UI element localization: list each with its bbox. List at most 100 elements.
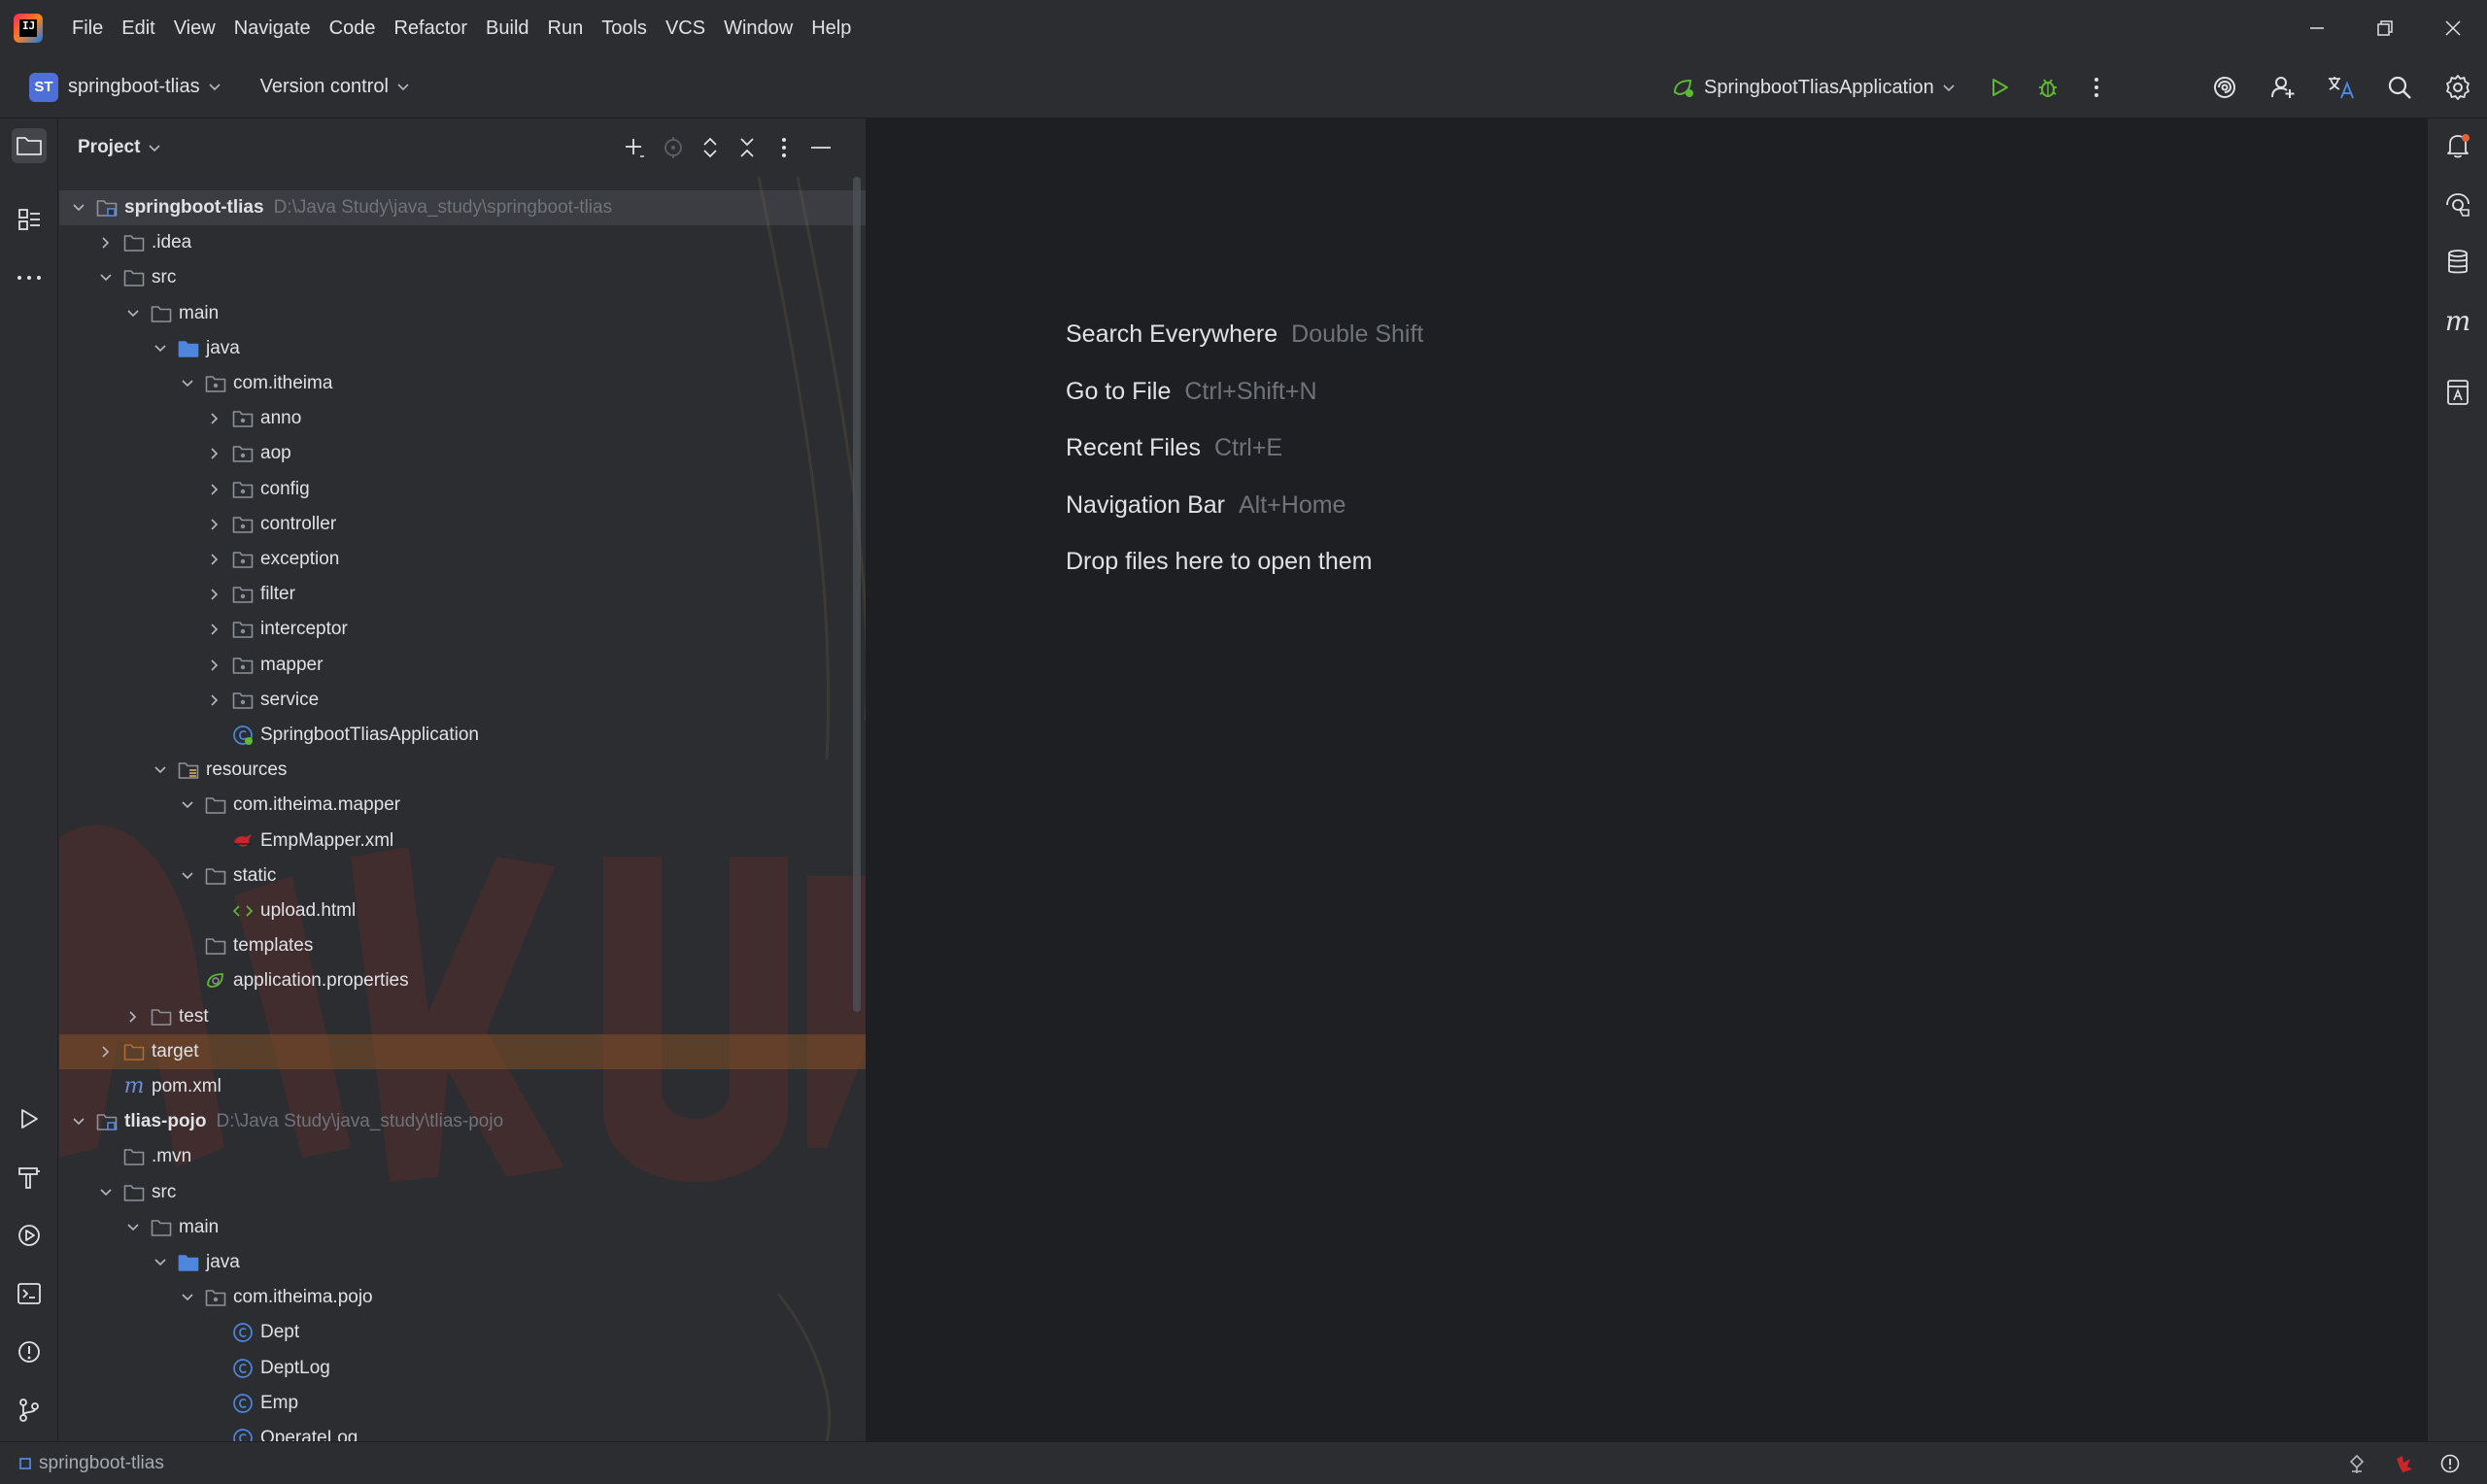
tree-node[interactable]: java [59,331,866,366]
chevron-down-icon[interactable] [396,78,410,96]
chevron-down-icon[interactable] [123,1218,143,1237]
tree-node[interactable]: src [59,260,866,295]
chevron-right-icon[interactable] [96,233,116,253]
tree-node[interactable]: m pom.xml [59,1069,866,1104]
debug-icon[interactable] [2030,70,2065,105]
menu-item-help[interactable]: Help [811,17,851,40]
translate-icon[interactable] [2324,70,2359,105]
tree-node[interactable]: Dept [59,1315,866,1350]
collapse-all-icon[interactable] [730,130,765,165]
menu-item-file[interactable]: File [72,17,103,40]
menu-item-refactor[interactable]: Refactor [393,17,467,40]
locate-file-icon[interactable] [656,130,691,165]
tree-node[interactable]: main [59,1210,866,1245]
menu-item-build[interactable]: Build [486,17,528,40]
menu-item-tools[interactable]: Tools [601,17,647,40]
tree-node[interactable]: test [59,999,866,1034]
chevron-down-icon[interactable] [151,339,170,358]
chevron-down-icon[interactable] [151,760,170,780]
chevron-down-icon[interactable] [151,1253,170,1272]
chevron-right-icon[interactable] [205,620,224,639]
search-icon[interactable] [2382,70,2417,105]
tree-node[interactable]: Emp [59,1386,866,1421]
tree-node[interactable]: com.itheima [59,366,866,401]
tree-node[interactable]: resources [59,753,866,788]
add-user-icon[interactable] [2266,70,2300,105]
database-icon[interactable] [2440,245,2475,280]
tree-node[interactable]: .mvn [59,1139,866,1174]
problems-icon[interactable] [12,1334,47,1369]
more-options-icon[interactable] [2079,70,2114,105]
chevron-down-icon[interactable] [69,198,88,218]
tree-node[interactable]: aop [59,436,866,471]
chevron-down-icon[interactable] [178,374,197,393]
run-configuration-selector[interactable]: SpringbootTliasApplication [1671,56,1956,118]
chevron-down-icon[interactable] [123,304,143,323]
chevron-down-icon[interactable] [178,795,197,815]
panel-title[interactable]: Project [78,137,140,158]
tree-node[interactable]: java [59,1245,866,1280]
project-badge[interactable]: ST [29,72,58,102]
services-icon[interactable] [12,1218,47,1253]
menu-item-navigate[interactable]: Navigate [234,17,311,40]
tree-node[interactable]: upload.html [59,894,866,928]
tree-node[interactable]: static [59,859,866,894]
chevron-down-icon[interactable] [208,78,221,96]
settings-gear-icon[interactable] [2440,70,2475,105]
expand-all-icon[interactable] [693,130,728,165]
chevron-right-icon[interactable] [205,550,224,569]
structure-icon[interactable] [12,202,47,237]
chevron-down-icon[interactable] [178,1288,197,1307]
tree-node[interactable]: OperateLog [59,1421,866,1441]
chevron-down-icon[interactable] [148,139,161,157]
problems-status-icon[interactable] [2436,1450,2464,1477]
tree-node[interactable]: anno [59,401,866,436]
run-icon[interactable] [1982,70,2017,105]
project-folder-icon[interactable] [12,128,47,163]
tree-node[interactable]: com.itheima.pojo [59,1280,866,1315]
tree-node[interactable]: EmpMapper.xml [59,824,866,859]
tree-node[interactable]: templates [59,928,866,963]
run-icon[interactable] [12,1101,47,1136]
chevron-right-icon[interactable] [205,656,224,675]
chevron-right-icon[interactable] [123,1007,143,1027]
tree-node[interactable]: SpringbootTliasApplication [59,718,866,753]
menu-item-window[interactable]: Window [724,17,793,40]
chevron-down-icon[interactable] [96,1183,116,1202]
chevron-down-icon[interactable] [69,1112,88,1131]
project-name[interactable]: springboot-tlias [68,76,200,98]
chevron-right-icon[interactable] [205,691,224,710]
tree-node[interactable]: controller [59,507,866,542]
tree-scrollbar[interactable] [853,177,861,1012]
tree-node[interactable]: src [59,1175,866,1210]
intellij-logo-icon[interactable]: IJ [14,14,43,43]
tree-node[interactable]: DeptLog [59,1351,866,1386]
tree-node[interactable]: springboot-tlias D:\Java Study\java_study… [59,190,866,225]
more-tool-windows-icon[interactable] [12,260,47,295]
layout-editor-icon[interactable] [2440,375,2475,410]
tree-node[interactable]: .idea [59,225,866,260]
hide-panel-icon[interactable] [803,130,838,165]
build-hammer-icon[interactable] [12,1160,47,1195]
tree-node[interactable]: exception [59,542,866,577]
chevron-down-icon[interactable] [178,866,197,886]
panel-options-icon[interactable] [767,130,801,165]
ai-assistant-icon[interactable] [2207,70,2242,105]
tree-node[interactable]: config [59,472,866,507]
status-breadcrumb[interactable]: springboot-tlias [39,1453,164,1474]
tree-node[interactable]: service [59,683,866,718]
chevron-right-icon[interactable] [205,480,224,499]
chevron-right-icon[interactable] [205,444,224,463]
tree-node[interactable]: application.properties [59,963,866,998]
plugin-status-icon[interactable] [2390,1450,2417,1477]
chevron-right-icon[interactable] [96,1042,116,1062]
tree-node[interactable]: mapper [59,648,866,683]
notifications-bell-icon[interactable] [2440,128,2475,163]
tree-node[interactable]: interceptor [59,612,866,647]
chevron-down-icon[interactable] [96,268,116,287]
restore-icon[interactable] [2351,0,2419,56]
tree-node[interactable]: main [59,296,866,331]
minimize-icon[interactable] [2283,0,2351,56]
tree-node[interactable]: com.itheima.mapper [59,788,866,823]
ai-chat-icon[interactable] [2440,186,2475,221]
